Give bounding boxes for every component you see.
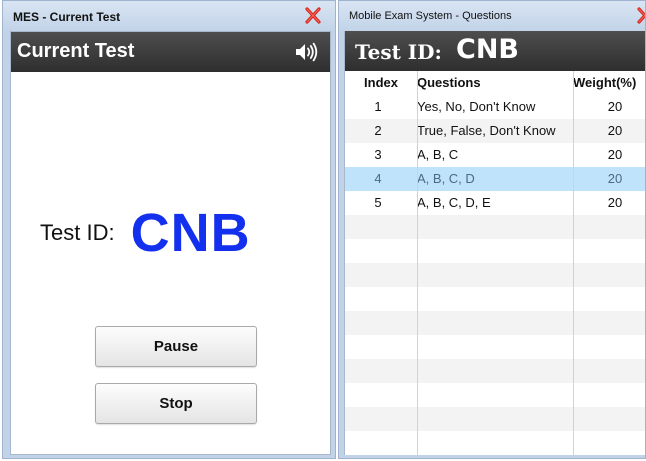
column-header-index[interactable]: Index <box>345 71 417 95</box>
empty-table-row <box>345 359 645 383</box>
questions-window: Mobile Exam System - Questions Test ID: … <box>338 0 646 459</box>
questions-cell: A, B, C, D <box>417 171 475 186</box>
table-row[interactable]: 4 A, B, C, D 20 <box>345 167 645 191</box>
weight-cell: 20 <box>607 171 623 186</box>
test-id-display: Test ID: CNB <box>40 202 251 264</box>
weight-cell: 20 <box>607 195 623 210</box>
index-cell: 5 <box>374 195 382 210</box>
empty-table-row <box>345 407 645 431</box>
weight-cell: 20 <box>607 123 623 138</box>
questions-panel: Test ID: CNB Index Questions Weight(%) 1 Yes… <box>344 31 645 455</box>
close-icon[interactable] <box>303 6 323 26</box>
index-cell: 4 <box>374 171 382 186</box>
header-test-id-value: CNB <box>456 34 519 65</box>
table-row[interactable]: 5 A, B, C, D, E 20 <box>345 191 645 215</box>
column-divider <box>417 71 418 455</box>
column-divider <box>573 71 574 455</box>
current-test-panel: Current Test Test ID: CNB Pause Stop <box>10 31 331 455</box>
questions-cell: A, B, C <box>417 147 459 162</box>
test-id-value: CNB <box>130 203 251 263</box>
column-header-questions[interactable]: Questions <box>417 71 571 95</box>
weight-cell: 20 <box>607 147 623 162</box>
header-bar: Current Test <box>11 32 330 72</box>
pause-button[interactable]: Pause <box>95 326 257 367</box>
empty-table-row <box>345 287 645 311</box>
questions-cell: A, B, C, D, E <box>417 195 491 210</box>
index-cell: 1 <box>374 99 382 114</box>
questions-cell: True, False, Don't Know <box>417 123 556 138</box>
index-cell: 2 <box>374 123 382 138</box>
empty-table-row <box>345 263 645 287</box>
empty-table-row <box>345 431 645 455</box>
empty-table-row <box>345 383 645 407</box>
table-row[interactable]: 2 True, False, Don't Know 20 <box>345 119 645 143</box>
questions-titlebar[interactable]: Mobile Exam System - Questions <box>339 1 645 31</box>
window-title: Mobile Exam System - Questions <box>349 10 512 22</box>
empty-table-row <box>345 215 645 239</box>
empty-table-row <box>345 239 645 263</box>
stop-button[interactable]: Stop <box>95 383 257 424</box>
questions-header-bar: Test ID: CNB <box>345 31 645 71</box>
questions-table: Index Questions Weight(%) 1 Yes, No, Don't K… <box>345 71 645 455</box>
index-cell: 3 <box>374 147 382 162</box>
weight-cell: 20 <box>607 99 623 114</box>
questions-cell: Yes, No, Don't Know <box>417 99 536 114</box>
current-test-window: MES - Current Test Current Test Test ID: <box>2 0 336 459</box>
empty-table-row <box>345 311 645 335</box>
header-test-id-label: Test ID: <box>355 40 442 64</box>
window-title: MES - Current Test <box>13 10 121 24</box>
close-icon[interactable] <box>635 6 645 26</box>
page-title: Current Test <box>17 40 135 62</box>
table-row[interactable]: 3 A, B, C 20 <box>345 143 645 167</box>
empty-table-row <box>345 335 645 359</box>
column-header-weight[interactable]: Weight(%) <box>573 71 645 95</box>
speaker-icon[interactable] <box>294 41 318 63</box>
table-row[interactable]: 1 Yes, No, Don't Know 20 <box>345 95 645 119</box>
table-header-row: Index Questions Weight(%) <box>345 71 645 95</box>
current-test-titlebar[interactable]: MES - Current Test <box>3 1 335 31</box>
test-id-label: Test ID: <box>40 220 115 245</box>
